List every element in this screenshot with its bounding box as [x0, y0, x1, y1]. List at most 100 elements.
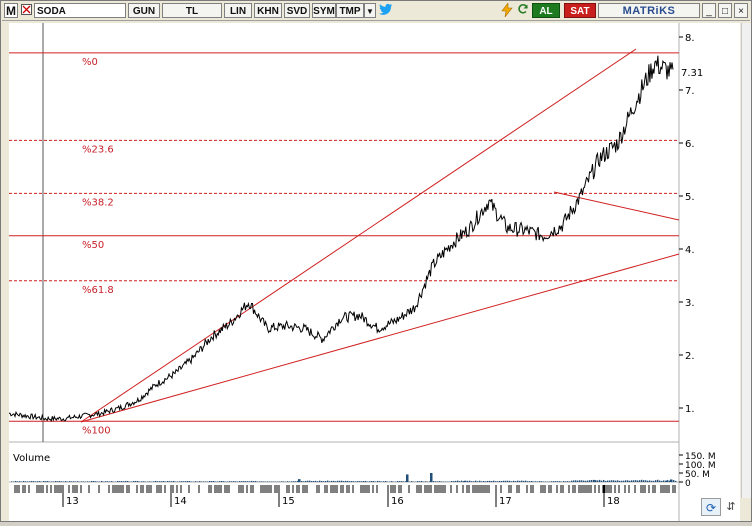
volume-bar [673, 480, 674, 482]
price-chart[interactable]: %0%23.6%38.2%50%61.8%100 8.7.6.5.4.3.2.1… [9, 23, 740, 521]
volume-bar [453, 481, 454, 482]
volume-bar [365, 481, 366, 482]
volume-bar [71, 481, 72, 482]
volume-bar [131, 481, 132, 482]
volume-bar [149, 481, 150, 482]
vertical-scrollbar[interactable] [741, 23, 751, 498]
buy-button[interactable]: AL [532, 3, 560, 18]
volume-bar [201, 481, 202, 482]
volume-bar [599, 480, 600, 482]
volume-bar [609, 480, 610, 482]
volume-bar [189, 481, 190, 482]
volume-bar [35, 481, 36, 482]
volume-bar [517, 481, 518, 482]
chevron-down-icon[interactable]: ▼ [364, 3, 376, 18]
volume-bar [513, 481, 514, 482]
support-trend-line [81, 254, 679, 422]
volume-bar [333, 481, 334, 482]
volume-bar [249, 481, 250, 482]
sync-icon[interactable]: ⟳ [701, 498, 721, 516]
lightning-icon[interactable] [500, 3, 514, 18]
volume-bar [51, 481, 52, 482]
volume-bar [259, 481, 260, 482]
maximize-button[interactable]: □ [718, 3, 732, 18]
refresh-icon[interactable] [516, 3, 530, 18]
checkbox-icon[interactable] [20, 3, 34, 18]
volume-bar [111, 481, 112, 482]
volume-bar [481, 481, 482, 482]
volume-bar [553, 481, 554, 482]
volume-bar [375, 481, 376, 482]
volume-bar [223, 481, 224, 482]
volume-bar [489, 481, 490, 482]
volume-bar [315, 481, 316, 482]
price-tick-label: 3. [685, 298, 695, 309]
khn-button[interactable]: KHN [254, 3, 282, 18]
volume-bar [487, 481, 488, 482]
volume-bar [525, 481, 526, 482]
matriks-logo-button[interactable]: M [4, 3, 18, 18]
volume-bar [31, 481, 32, 482]
volume-bar [457, 481, 458, 482]
volume-bar [477, 481, 478, 482]
volume-bar [491, 481, 492, 482]
date-label: 16 [391, 496, 404, 507]
volume-bar [199, 481, 200, 482]
resistance-trend-line [554, 192, 679, 220]
tmp-button[interactable]: TMP [336, 3, 364, 18]
volume-bar [325, 481, 326, 482]
volume-bar [661, 481, 662, 482]
volume-bar [55, 481, 56, 482]
volume-bar [165, 481, 166, 482]
volume-bar [253, 481, 254, 482]
sell-button[interactable]: SAT [564, 3, 596, 18]
volume-bar [323, 481, 324, 482]
pin-icon[interactable]: ⇵ [723, 498, 739, 516]
close-button[interactable]: × [734, 3, 748, 18]
volume-bar [467, 481, 468, 482]
fib-level-label: %38.2 [82, 197, 114, 208]
volume-bar [355, 481, 356, 482]
price-tick-label: 1. [685, 404, 695, 415]
price-tick-label: 4. [685, 245, 695, 256]
twitter-icon[interactable] [378, 3, 394, 18]
volume-bar [65, 481, 66, 482]
volume-bar [19, 481, 20, 482]
volume-bar [579, 480, 580, 482]
volume-bar [239, 481, 240, 482]
volume-bar [301, 481, 302, 482]
volume-bar [439, 481, 440, 482]
date-label: 13 [66, 496, 79, 507]
symbol-field[interactable]: SODA [34, 3, 126, 18]
chart-area[interactable]: %0%23.6%38.2%50%61.8%100 8.7.6.5.4.3.2.1… [9, 23, 740, 521]
date-label: 18 [607, 496, 620, 507]
volume-bar [383, 481, 384, 482]
fib-level-label: %0 [82, 57, 98, 68]
volume-bar [551, 481, 552, 482]
svd-button[interactable]: SVD [284, 3, 310, 18]
volume-bar [627, 480, 628, 482]
currency-button[interactable]: TL [162, 3, 222, 18]
volume-bar [59, 481, 60, 482]
volume-bar [185, 481, 186, 482]
volume-bar [515, 481, 516, 482]
linear-scale-button[interactable]: LIN [224, 3, 252, 18]
volume-bar [633, 480, 634, 482]
volume-bar [649, 480, 650, 482]
period-button[interactable]: GUN [128, 3, 160, 18]
volume-bar [27, 481, 28, 482]
volume-bar [503, 481, 504, 482]
minimize-button[interactable]: _ [702, 3, 716, 18]
volume-bar [675, 481, 676, 482]
sym-button[interactable]: SYM [312, 3, 336, 18]
volume-bar [359, 481, 360, 482]
date-label: 14 [174, 496, 187, 507]
volume-bar [335, 481, 336, 482]
volume-bar [401, 481, 402, 482]
volume-bar [511, 481, 512, 482]
volume-bar [311, 481, 312, 482]
volume-bar [437, 481, 438, 482]
price-tick-label: 6. [685, 139, 695, 150]
volume-bar [605, 481, 606, 482]
volume-tick-label: 0 [685, 479, 691, 489]
